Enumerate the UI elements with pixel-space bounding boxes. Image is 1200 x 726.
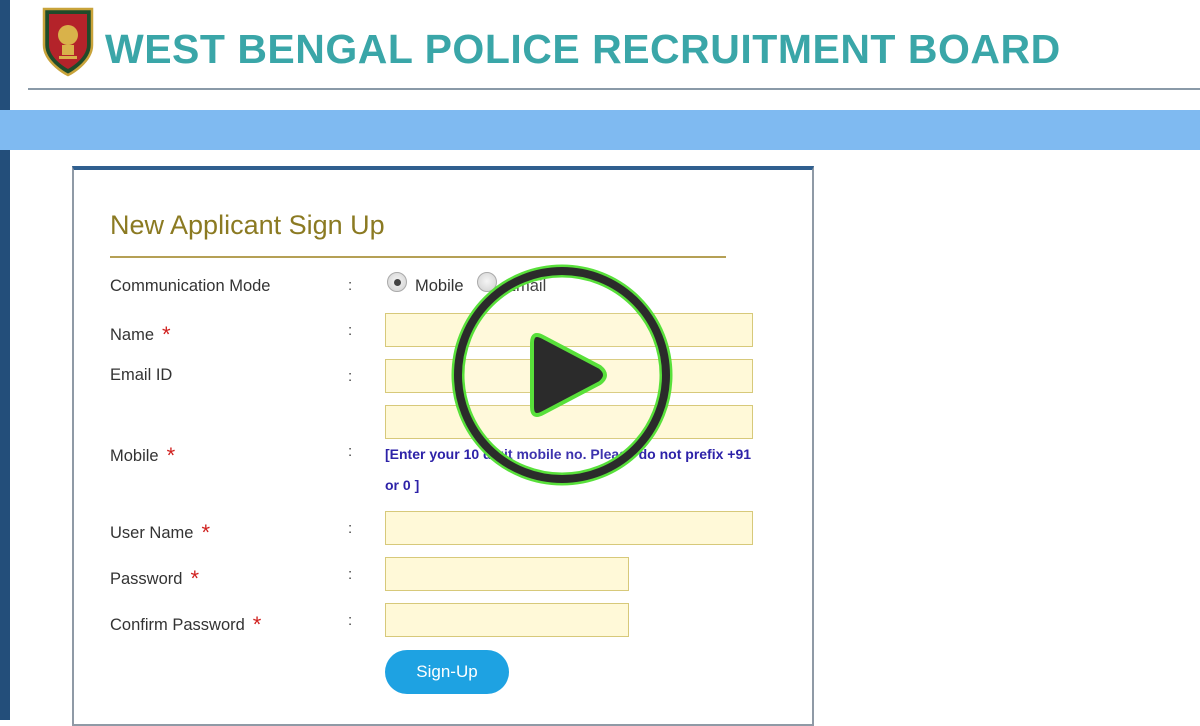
communication-mode-row: Communication Mode : Mobile Email <box>74 270 814 306</box>
password-label: Password * <box>110 564 200 591</box>
username-row: User Name * : <box>74 511 814 547</box>
required-marker: * <box>162 322 171 347</box>
colon: : <box>348 368 353 385</box>
username-input[interactable] <box>385 511 753 545</box>
mobile-label: Mobile * <box>110 441 176 468</box>
police-emblem-logo <box>42 7 94 77</box>
form-title: New Applicant Sign Up <box>110 210 385 240</box>
signup-form-card: New Applicant Sign Up Communication Mode… <box>72 166 814 726</box>
name-row: Name * : <box>74 313 814 349</box>
colon: : <box>348 277 353 294</box>
radio-mobile[interactable] <box>387 272 407 292</box>
header-divider <box>28 88 1200 90</box>
left-border-stripe <box>0 0 10 720</box>
mobile-label-text: Mobile <box>110 447 159 465</box>
site-title: WEST BENGAL POLICE RECRUITMENT BOARD <box>105 26 1061 72</box>
required-marker: * <box>166 443 176 468</box>
name-label: Name * <box>110 320 171 347</box>
colon: : <box>348 322 353 339</box>
mobile-row: Mobile* : [Enter your 10 digit mobile no… <box>74 405 814 501</box>
nav-band <box>0 110 1200 150</box>
colon: : <box>348 443 353 460</box>
required-marker: * <box>190 566 200 591</box>
password-row: Password * : <box>74 557 814 593</box>
email-label: Email ID <box>110 366 173 384</box>
email-row: Email ID : <box>74 359 814 395</box>
required-marker: * <box>201 520 210 545</box>
password-label-text: Password <box>110 570 183 588</box>
password-input[interactable] <box>385 557 629 591</box>
confirm-password-label-text: Confirm Password <box>110 616 245 634</box>
confirm-password-label: Confirm Password * <box>110 610 262 637</box>
communication-mode-label: Communication Mode <box>110 277 271 295</box>
username-label-text: User Name <box>110 524 194 542</box>
colon: : <box>348 520 353 537</box>
username-label: User Name * <box>110 518 210 545</box>
site-header: WEST BENGAL POLICE RECRUITMENT BOARD <box>10 0 1200 88</box>
form-title-divider <box>110 256 726 258</box>
colon: : <box>348 566 353 583</box>
colon: : <box>348 612 353 629</box>
confirm-password-input[interactable] <box>385 603 629 637</box>
signup-button[interactable]: Sign-Up <box>385 650 509 694</box>
confirm-password-row: Confirm Password * : <box>74 603 814 639</box>
play-icon[interactable] <box>450 263 674 487</box>
name-label-text: Name <box>110 326 155 344</box>
required-marker: * <box>252 612 262 637</box>
